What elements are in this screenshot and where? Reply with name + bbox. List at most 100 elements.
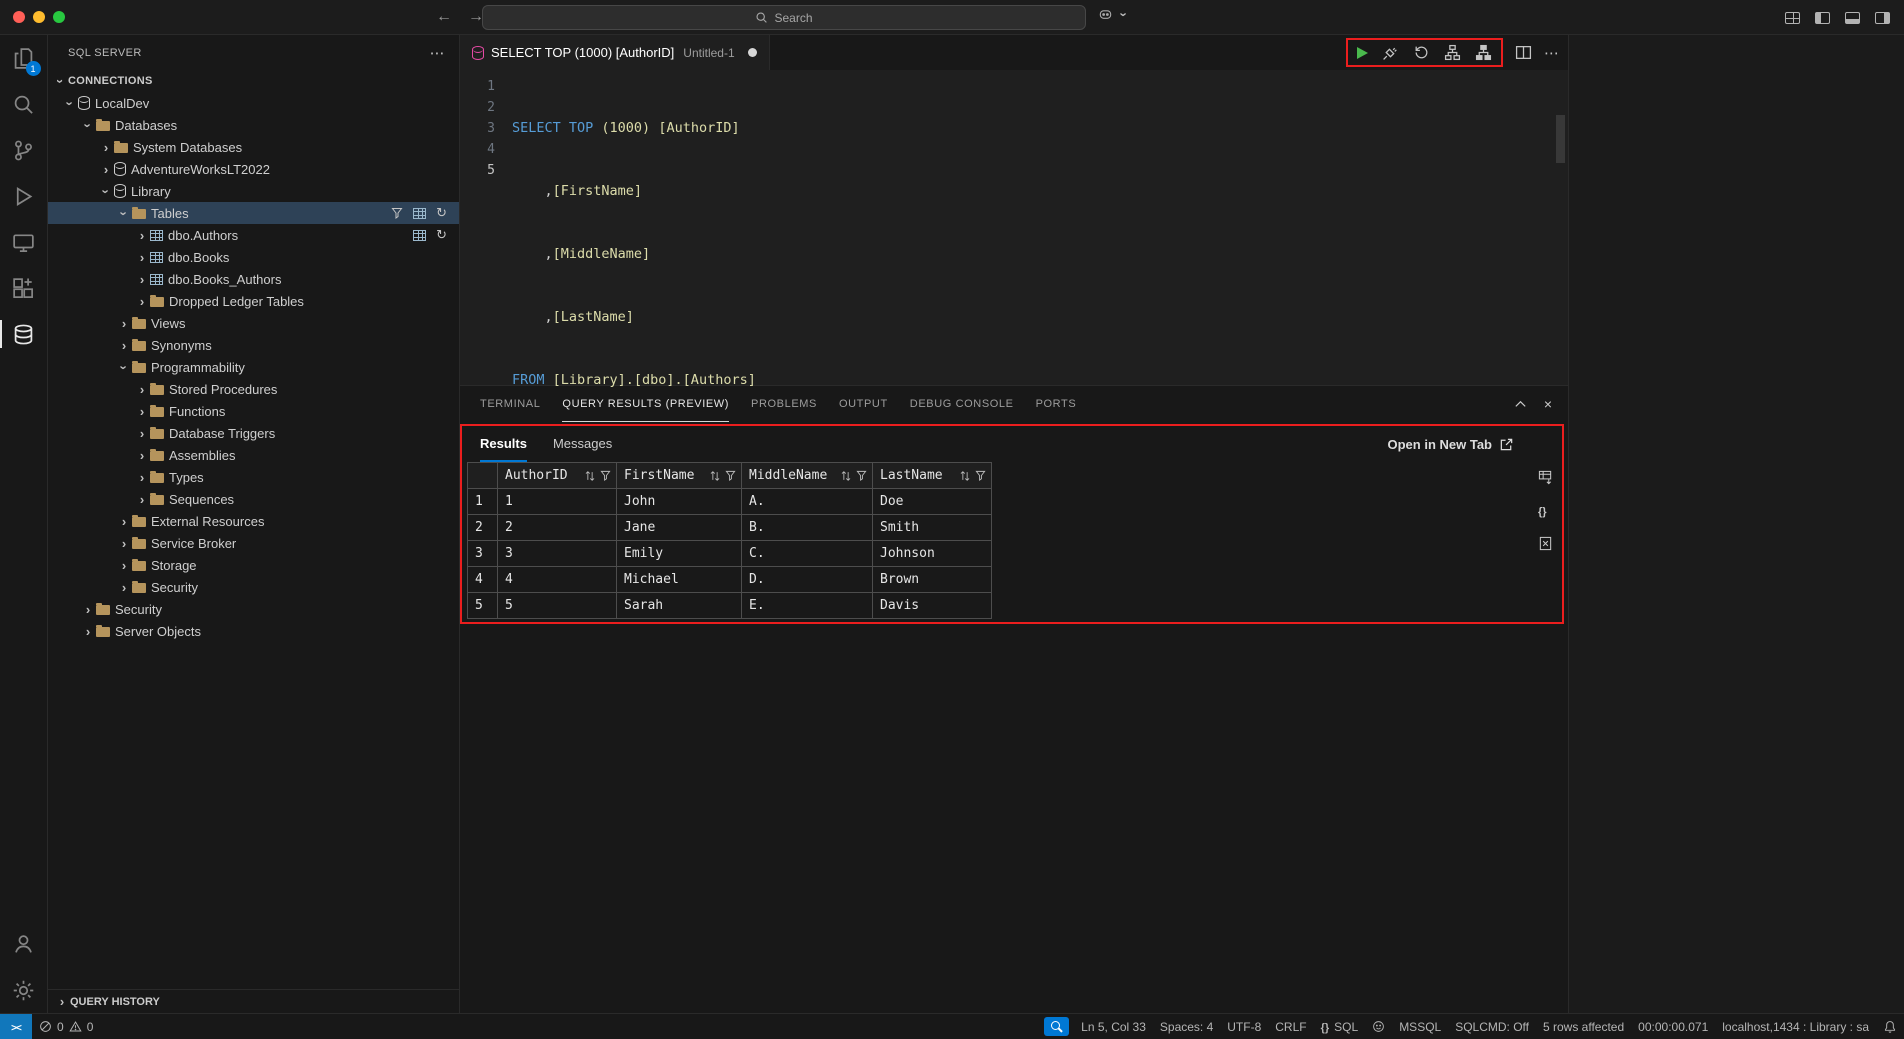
chevron-right-icon[interactable] [116,559,132,572]
tree-item-dbo-authors[interactable]: dbo.Authors [48,224,459,246]
select-table-icon[interactable] [413,230,426,241]
results-tab[interactable]: Results [480,426,527,462]
chevron-right-icon[interactable] [80,625,96,638]
split-editor-icon[interactable] [1515,44,1532,61]
filter-icon[interactable] [856,470,867,481]
chevron-right-icon[interactable] [134,295,150,308]
code-editor[interactable]: 1 2 3 4 5 SELECTTOP(1000)[AuthorID] ,[Fi… [460,70,1568,385]
chevron-down-icon[interactable] [62,97,78,110]
tree-item-db-security[interactable]: Security [48,576,459,598]
tree-item-system-databases[interactable]: System Databases [48,136,459,158]
close-window-button[interactable] [13,11,25,23]
panel-tab-output[interactable]: OUTPUT [839,386,888,422]
toggle-secondary-sidebar-icon[interactable] [1875,12,1890,24]
tree-item-sequences[interactable]: Sequences [48,488,459,510]
row-number[interactable]: 2 [468,515,498,541]
editor-scrollbar[interactable] [1556,115,1565,163]
sort-icon[interactable] [584,470,596,482]
tree-item-programmability[interactable]: Programmability [48,356,459,378]
copilot-menu[interactable] [1098,7,1132,22]
new-table-icon[interactable] [413,208,426,219]
tree-item-dbo-books-authors[interactable]: dbo.Books_Authors [48,268,459,290]
grid-corner-cell[interactable] [468,463,498,489]
tree-item-assemblies[interactable]: Assemblies [48,444,459,466]
grid-row-2[interactable]: 2 2 Jane B. Smith [468,515,992,541]
language-mode-status[interactable]: SQL [1314,1014,1366,1039]
grid-col-lastname[interactable]: LastName [873,463,992,489]
save-csv-icon[interactable] [1538,470,1553,485]
sort-icon[interactable] [709,470,721,482]
tree-item-storage[interactable]: Storage [48,554,459,576]
activity-extensions[interactable] [0,265,48,311]
query-duration-status[interactable]: 00:00:00.071 [1631,1014,1715,1039]
chevron-right-icon[interactable] [116,339,132,352]
modified-dot-icon[interactable] [748,48,757,57]
filter-icon[interactable] [975,470,986,481]
section-connections[interactable]: CONNECTIONS [48,70,459,92]
cursor-position-status[interactable]: Ln 5, Col 33 [1074,1014,1153,1039]
chevron-right-icon[interactable] [116,317,132,330]
remote-indicator[interactable] [0,1014,32,1039]
save-json-icon[interactable] [1538,503,1553,518]
panel-tab-problems[interactable]: PROBLEMS [751,386,817,422]
tree-item-external-resources[interactable]: External Resources [48,510,459,532]
grid-col-firstname[interactable]: FirstName [617,463,742,489]
toggle-primary-sidebar-icon[interactable] [1815,12,1830,24]
more-actions-icon[interactable]: ⋯ [430,44,445,62]
activity-run-debug[interactable] [0,173,48,219]
more-actions-icon[interactable]: ⋯ [1544,44,1560,62]
chevron-right-icon[interactable] [98,141,114,154]
filter-icon[interactable] [391,207,403,219]
sort-icon[interactable] [840,470,852,482]
customize-layout-icon[interactable] [1785,12,1800,24]
zoom-status-item[interactable] [1044,1017,1069,1036]
grid-row-5[interactable]: 5 5 Sarah E. Davis [468,593,992,619]
tree-item-functions[interactable]: Functions [48,400,459,422]
editor-tab-untitled-1[interactable]: SELECT TOP (1000) [AuthorID] Untitled-1 [460,35,770,70]
row-number[interactable]: 3 [468,541,498,567]
chevron-right-icon[interactable] [134,493,150,506]
chevron-right-icon[interactable] [134,471,150,484]
chevron-right-icon[interactable] [134,273,150,286]
chevron-right-icon[interactable] [134,405,150,418]
sort-icon[interactable] [959,470,971,482]
actual-plan-icon[interactable] [1475,44,1492,61]
tree-item-server-security[interactable]: Security [48,598,459,620]
save-excel-icon[interactable] [1538,536,1553,551]
chevron-right-icon[interactable] [116,515,132,528]
refresh-icon[interactable] [436,205,447,221]
panel-tab-ports[interactable]: PORTS [1036,386,1077,422]
minimize-window-button[interactable] [33,11,45,23]
connection-status[interactable]: localhost,1434 : Library : sa [1715,1014,1876,1039]
chevron-right-icon[interactable] [116,581,132,594]
tree-item-tables[interactable]: Tables [48,202,459,224]
rows-affected-status[interactable]: 5 rows affected [1536,1014,1631,1039]
disconnect-plug-icon[interactable] [1382,44,1399,61]
row-number[interactable]: 5 [468,593,498,619]
filter-icon[interactable] [725,470,736,481]
tree-item-dropped-ledger-tables[interactable]: Dropped Ledger Tables [48,290,459,312]
chevron-right-icon[interactable] [134,251,150,264]
chevron-down-icon[interactable] [116,207,132,220]
command-center-search[interactable]: Search [482,5,1086,30]
close-panel-icon[interactable]: × [1544,396,1552,412]
activity-search[interactable] [0,81,48,127]
tree-item-server-objects[interactable]: Server Objects [48,620,459,642]
grid-row-1[interactable]: 1 1 John A. Doe [468,489,992,515]
eol-status[interactable]: CRLF [1268,1014,1313,1039]
activity-settings[interactable] [0,967,48,1013]
grid-row-3[interactable]: 3 3 Emily C. Johnson [468,541,992,567]
feedback-status[interactable] [1365,1014,1392,1039]
messages-tab[interactable]: Messages [553,426,612,462]
section-query-history[interactable]: QUERY HISTORY [48,989,459,1013]
row-number[interactable]: 1 [468,489,498,515]
chevron-right-icon[interactable] [134,383,150,396]
estimated-plan-icon[interactable] [1444,44,1461,61]
notifications-status[interactable] [1876,1014,1904,1039]
activity-explorer[interactable]: 1 [0,35,48,81]
filter-icon[interactable] [600,470,611,481]
tree-item-views[interactable]: Views [48,312,459,334]
tree-item-adventureworks[interactable]: AdventureWorksLT2022 [48,158,459,180]
activity-sql-server[interactable] [0,311,48,357]
chevron-right-icon[interactable] [134,427,150,440]
